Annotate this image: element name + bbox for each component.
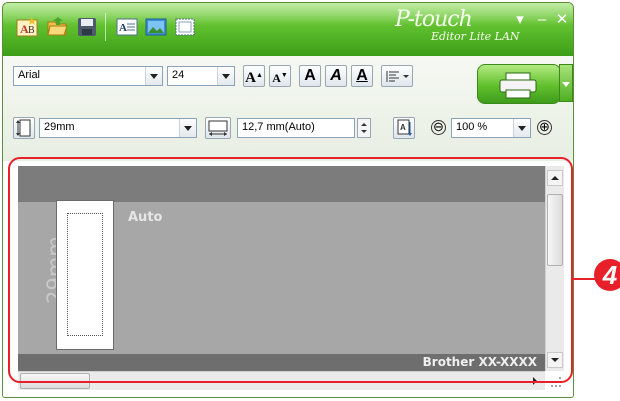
brand-edition: Editor Lite LAN <box>431 30 520 43</box>
image-icon <box>145 18 167 36</box>
minimize-button[interactable]: – <box>533 9 551 31</box>
property-toolbar: Arial 24 A▲ A▼ A A A 29mm 12,7 mm(Auto) … <box>3 56 573 162</box>
save-icon <box>78 18 96 36</box>
svg-text:B: B <box>28 25 35 36</box>
grow-font-button[interactable]: A▲ <box>243 65 265 87</box>
chevron-down-icon[interactable] <box>217 67 234 85</box>
title-bar: A B A P-touch Editor Lite LAN ▾ – ✕ <box>3 3 573 56</box>
shrink-font-button[interactable]: A▼ <box>269 65 291 87</box>
new-label-icon: A B <box>16 17 38 37</box>
insert-image-button[interactable] <box>142 13 170 41</box>
italic-icon: A <box>330 67 342 84</box>
tape-width-icon-button <box>13 117 35 139</box>
font-size-value: 24 <box>172 69 185 81</box>
tape-width-value: 29mm <box>44 121 75 133</box>
align-left-icon <box>386 71 409 82</box>
chevron-down-icon[interactable] <box>145 67 162 85</box>
label-length-value: 12,7 mm(Auto) <box>242 121 315 133</box>
callout-number: 4 <box>594 259 620 291</box>
zoom-out-button[interactable]: ⊖ <box>431 120 446 135</box>
grow-font-icon: A <box>245 70 256 86</box>
label-length-icon-button <box>205 117 231 139</box>
callout-leader-line <box>573 278 595 280</box>
label-length-icon <box>208 120 228 136</box>
printer-icon <box>499 72 537 99</box>
underline-icon: A <box>356 67 368 84</box>
zoom-combo[interactable]: 100 % <box>451 118 531 138</box>
print-options-dropdown[interactable] <box>559 64 573 102</box>
spinner-arrows-icon <box>361 123 367 133</box>
frame-icon <box>175 18 195 36</box>
insert-frame-button[interactable] <box>171 13 199 41</box>
auto-length-icon: A <box>397 119 412 136</box>
underline-button[interactable]: A <box>351 65 373 87</box>
menu-dropdown-button[interactable]: ▾ <box>511 9 529 31</box>
brand-name: P-touch <box>395 7 473 32</box>
bold-icon: A <box>304 67 316 84</box>
zoom-in-button[interactable]: ⊕ <box>537 120 552 135</box>
svg-text:A: A <box>119 22 127 34</box>
italic-button[interactable]: A <box>325 65 347 87</box>
label-length-field[interactable]: 12,7 mm(Auto) <box>237 118 355 138</box>
zoom-value: 100 % <box>456 121 488 133</box>
label-length-spinner[interactable] <box>357 118 371 138</box>
svg-text:A: A <box>400 123 406 132</box>
toolbar-separator <box>105 13 106 41</box>
open-folder-icon <box>47 17 68 36</box>
auto-length-button[interactable]: A <box>393 117 415 139</box>
tape-width-combo[interactable]: 29mm <box>39 118 197 138</box>
font-name-value: Arial <box>18 69 41 81</box>
shrink-font-icon: A <box>272 71 281 85</box>
chevron-down-icon[interactable] <box>513 119 530 137</box>
callout-highlight <box>8 157 573 383</box>
chevron-down-icon[interactable] <box>179 119 196 137</box>
brand-logo: P-touch Editor Lite LAN <box>395 7 520 49</box>
text-icon: A <box>116 18 138 36</box>
bold-button[interactable]: A <box>299 65 321 87</box>
print-button[interactable] <box>477 64 561 104</box>
new-label-button[interactable]: A B <box>13 13 41 41</box>
font-size-combo[interactable]: 24 <box>167 66 235 86</box>
font-name-combo[interactable]: Arial <box>13 66 163 86</box>
insert-text-button[interactable]: A <box>113 13 141 41</box>
close-button[interactable]: ✕ <box>553 9 571 31</box>
open-button[interactable] <box>43 13 71 41</box>
align-button[interactable] <box>381 65 413 87</box>
tape-width-icon <box>16 119 31 137</box>
save-button[interactable] <box>73 13 101 41</box>
